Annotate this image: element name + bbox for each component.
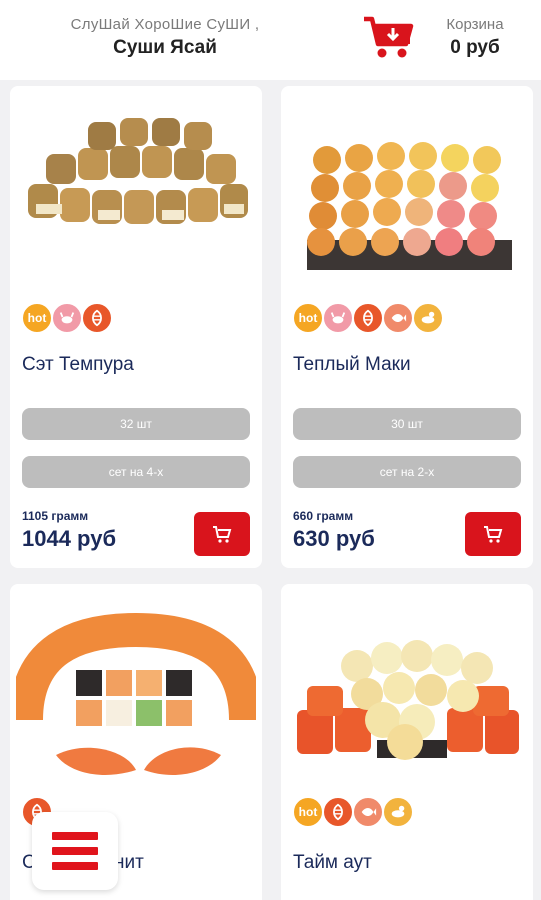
tag-list: hot: [292, 302, 444, 336]
product-image-warm-maki: [307, 142, 512, 270]
product-weight: 660 грамм: [293, 509, 354, 523]
product-card[interactable]: hot Сэт Темпура 32 шт сет на 4-х 1105 гр…: [10, 86, 262, 568]
brand-name: Суши Ясай: [113, 37, 217, 58]
product-image-time-out: [297, 640, 519, 760]
brand-tagline: СлуШай ХороШие СуШИ ,: [70, 16, 260, 33]
hamburger-menu-icon-bar: [52, 862, 98, 870]
serving-size: сет на 4-х: [22, 456, 250, 488]
hot-tag-icon: hot: [292, 796, 324, 828]
product-title[interactable]: Теплый Маки: [293, 354, 411, 376]
fish-icon: [352, 796, 384, 828]
tag-list: hot: [292, 796, 414, 830]
crab-icon: [322, 302, 354, 334]
shrimp-icon: [81, 302, 113, 334]
fish-icon: [382, 302, 414, 334]
hamburger-menu-icon: [52, 832, 98, 840]
brand-block[interactable]: СлуШай ХороШие СуШИ , Суши Ясай: [30, 16, 300, 59]
cart-total: 0 руб: [450, 37, 500, 58]
serving-size: сет на 2-х: [293, 456, 521, 488]
shopping-cart-icon[interactable]: [362, 14, 414, 60]
shrimp-icon: [352, 302, 384, 334]
menu-button[interactable]: [32, 812, 118, 890]
chicken-icon: [382, 796, 414, 828]
add-to-cart-button[interactable]: [194, 512, 250, 556]
pieces-count: 30 шт: [293, 408, 521, 440]
hamburger-menu-icon-bar: [52, 847, 98, 855]
crab-icon: [51, 302, 83, 334]
cart-label: Корзина: [446, 16, 504, 33]
shrimp-icon: [322, 796, 354, 828]
product-card[interactable]: hot Тайм аут: [281, 584, 533, 900]
product-card[interactable]: hot Теплый Маки 30 шт сет на 2-х 660 гра…: [281, 86, 533, 568]
product-weight: 1105 грамм: [22, 509, 89, 523]
hot-tag-icon: hot: [292, 302, 324, 334]
add-to-cart-icon: [213, 526, 232, 543]
pieces-count: 32 шт: [22, 408, 250, 440]
product-image-tempura-set: [28, 118, 248, 224]
cart-summary[interactable]: Корзина 0 руб: [420, 16, 530, 59]
product-title[interactable]: Сэт Темпура: [22, 354, 134, 376]
chicken-icon: [412, 302, 444, 334]
product-price: 630 руб: [293, 526, 375, 551]
add-to-cart-button[interactable]: [465, 512, 521, 556]
hot-tag-icon: hot: [21, 302, 53, 334]
tag-list: hot: [21, 302, 113, 336]
product-title[interactable]: Тайм аут: [293, 852, 372, 874]
add-to-cart-icon: [484, 526, 503, 543]
app-header: СлуШай ХороШие СуШИ , Суши Ясай Корзина …: [0, 0, 541, 80]
product-price: 1044 руб: [22, 526, 117, 551]
product-image-sofia-manit: [16, 612, 256, 775]
